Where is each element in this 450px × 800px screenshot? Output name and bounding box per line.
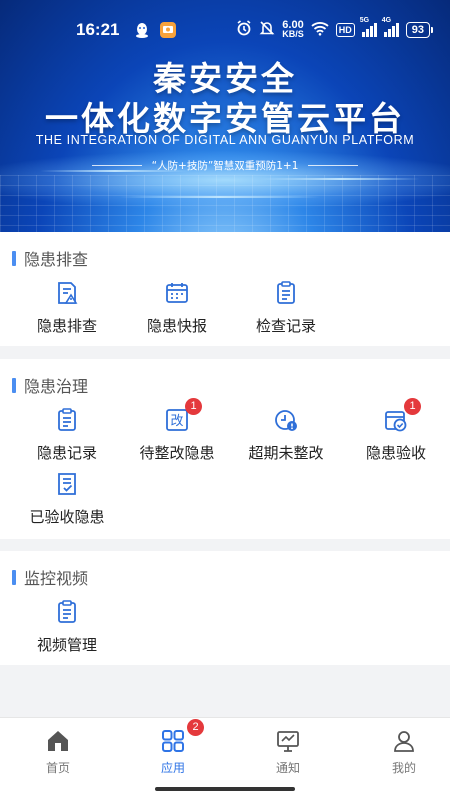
section-title: 监控视频 (24, 569, 89, 588)
nav-label: 首页 (45, 761, 70, 775)
grid-item-label: 隐患验收 (365, 444, 426, 462)
nav-label: 应用 (160, 761, 185, 775)
notification-badge: 1 (185, 398, 202, 415)
grid-item-inspection-record[interactable]: 检查记录 (231, 280, 341, 340)
grid-item-label: 隐患快报 (146, 317, 207, 335)
grid-item-label: 隐患记录 (36, 444, 97, 462)
banner-subtitle: THE INTEGRATION OF DIGITAL ANN GUANYUN P… (35, 133, 415, 147)
signal-icon: 5G (360, 17, 377, 37)
grid-item-label: 已验收隐患 (29, 508, 105, 526)
slogan-divider (308, 165, 359, 166)
overdue-clock-icon (273, 407, 299, 433)
grid-item-label: 视频管理 (36, 636, 97, 654)
grid-item-hazard-acceptance[interactable]: 1 隐患验收 (341, 398, 450, 467)
wifi-icon (311, 21, 329, 40)
acceptance-check-icon: 1 (383, 398, 421, 433)
rectify-icon: 改 1 (164, 398, 202, 433)
notification-badge: 1 (404, 398, 421, 415)
slogan-divider (91, 165, 142, 166)
nav-label: 我的 (391, 761, 416, 775)
section-title: 隐患治理 (24, 377, 89, 396)
section-header: 监控视频 (12, 565, 88, 589)
nav-item-home[interactable]: 首页 (2, 728, 114, 776)
banner-grid-floor (0, 175, 450, 232)
nav-item-notifications[interactable]: 通知 (232, 728, 344, 776)
section-accent-bar (12, 250, 16, 266)
grid-item-overdue[interactable]: 超期未整改 (231, 407, 341, 467)
banner-light-streak (120, 196, 320, 198)
accepted-document-icon (54, 471, 80, 497)
grid-item-label: 检查记录 (255, 317, 316, 335)
monitor-notice-icon (275, 728, 301, 754)
qq-icon (133, 21, 151, 39)
nav-item-profile[interactable]: 我的 (348, 728, 450, 776)
network-speed: 6.00 KB/S (282, 19, 304, 39)
section-header: 隐患治理 (12, 373, 88, 397)
grid-item-hazard-inspection[interactable]: 隐患排查 (12, 280, 122, 340)
grid-item-label: 隐患排查 (36, 317, 97, 335)
status-bar: 16:21 6.00 KB/S HD 5G 4G 93 (0, 14, 450, 46)
profile-icon (391, 728, 417, 754)
section-title: 隐患排查 (24, 250, 89, 269)
banner-light-streak (260, 178, 420, 180)
clipboard-list-icon (54, 407, 80, 433)
nav-item-apps[interactable]: 2 应用 (117, 719, 229, 776)
grid-item-label: 待整改隐患 (139, 444, 215, 462)
grid-item-label: 超期未整改 (248, 444, 324, 462)
hazard-inspection-icon (54, 280, 80, 306)
rectify-icon-text: 改 (170, 414, 183, 429)
banner-slogan: “人防+技防”智慧双重预防1+1 (0, 158, 450, 173)
app-notification-icon (159, 21, 177, 39)
section-accent-bar (12, 569, 16, 585)
status-time: 16:21 (76, 20, 120, 39)
slogan-text: “人防+技防”智慧双重预防1+1 (151, 160, 299, 172)
clipboard-record-icon (273, 280, 299, 306)
calendar-report-icon (164, 280, 190, 306)
grid-item-accepted-hazard[interactable]: 已验收隐患 (12, 471, 122, 531)
grid-item-hazard-record[interactable]: 隐患记录 (12, 407, 122, 467)
section-hazard-governance: 隐患治理 隐患记录 改 1 待整改隐患 超期未整改 1 隐患验收 已验收隐患 (0, 359, 450, 539)
mute-icon (259, 20, 275, 40)
section-monitoring-video: 监控视频 视频管理 (0, 551, 450, 665)
grid-item-pending-rectify[interactable]: 改 1 待整改隐患 (122, 398, 232, 467)
section-hazard-check: 隐患排查 隐患排查 隐患快报 检查记录 (0, 232, 450, 346)
home-indicator[interactable] (155, 787, 295, 791)
grid-item-video-management[interactable]: 视频管理 (12, 599, 122, 659)
section-header: 隐患排查 (12, 246, 88, 270)
section-accent-bar (12, 377, 16, 393)
hd-icon: HD (335, 23, 355, 37)
grid-item-hazard-report[interactable]: 隐患快报 (122, 280, 232, 340)
nav-label: 通知 (275, 761, 300, 775)
alarm-icon (236, 20, 252, 40)
home-icon (45, 728, 71, 754)
clipboard-video-icon (54, 599, 80, 625)
notification-badge: 2 (187, 719, 204, 736)
signal-icon: 4G (382, 17, 399, 37)
battery-icon: 93 (405, 22, 434, 38)
apps-grid-icon: 2 (160, 719, 204, 754)
